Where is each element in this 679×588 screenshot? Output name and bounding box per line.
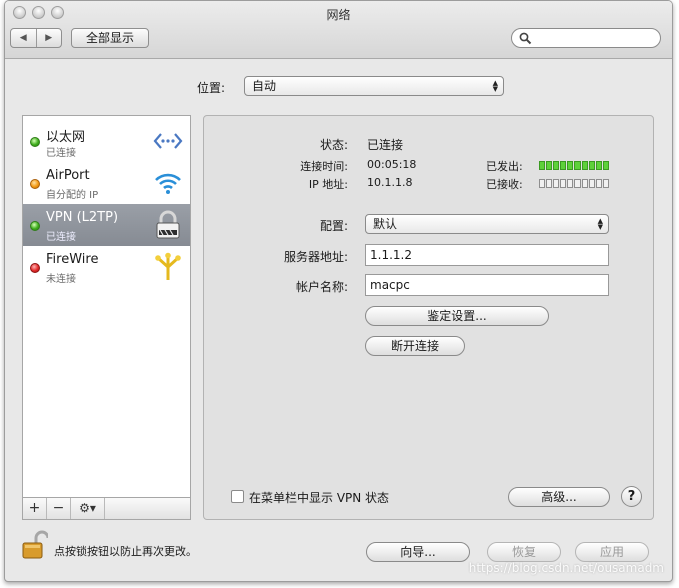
received-activity-meter — [539, 179, 609, 188]
remove-service-button[interactable]: − — [47, 498, 71, 519]
status-dot-green — [30, 137, 40, 147]
service-name: 以太网 — [46, 130, 86, 145]
network-preferences-window: 网络 ◀ ▶ 全部显示 位置: 自动 ▲ ▼ 以太网 已连接 AirPort 自… — [4, 0, 673, 582]
add-service-button[interactable]: + — [23, 498, 47, 519]
server-address-label: 服务器地址: — [283, 250, 348, 264]
status-value: 已连接 — [367, 138, 404, 152]
lock-icon[interactable] — [22, 530, 48, 560]
ethernet-icon — [153, 133, 183, 149]
titlebar: 网络 ◀ ▶ 全部显示 — [5, 1, 672, 59]
location-value: 自动 — [252, 79, 277, 93]
advanced-button[interactable]: 高级... — [508, 487, 610, 507]
connect-time-value: 00:05:18 — [367, 158, 417, 171]
popup-arrows-icon: ▲ ▼ — [492, 79, 498, 93]
configuration-value: 默认 — [373, 217, 398, 231]
ip-address-value: 10.1.1.8 — [367, 176, 413, 189]
apply-button[interactable]: 应用 — [575, 542, 649, 562]
account-name-label: 帐户名称: — [295, 280, 348, 294]
revert-button[interactable]: 恢复 — [487, 542, 561, 562]
account-name-field[interactable]: macpc — [365, 274, 609, 296]
status-dot-orange — [30, 179, 40, 189]
gear-menu-button[interactable]: ⚙▾ — [71, 498, 105, 519]
status-label: 状态: — [319, 138, 348, 152]
service-name: AirPort — [46, 168, 90, 183]
status-dot-red — [30, 263, 40, 273]
configuration-label: 配置: — [319, 219, 348, 233]
window-title: 网络 — [326, 8, 351, 22]
assist-me-button[interactable]: 向导... — [366, 542, 470, 562]
service-name: VPN (L2TP) — [46, 210, 119, 225]
wifi-icon — [155, 173, 181, 194]
service-list: 以太网 已连接 AirPort 自分配的 IP VPN (L2TP) 已连接 F… — [22, 115, 191, 520]
ip-address-label: IP 地址: — [308, 178, 348, 191]
firewire-icon — [155, 252, 181, 280]
search-icon — [519, 32, 532, 45]
service-status: 已连接 — [46, 148, 76, 159]
watermark-text: https://blog.csdn.net/ousamadm — [468, 561, 664, 575]
service-item-airport[interactable]: AirPort 自分配的 IP — [23, 162, 190, 204]
vpn-detail-panel: 状态: 已连接 连接时间: 00:05:18 IP 地址: 10.1.1.8 已… — [203, 115, 654, 520]
help-button[interactable]: ? — [621, 486, 642, 507]
location-popup[interactable]: 自动 ▲ ▼ — [244, 76, 504, 96]
forward-button[interactable]: ▶ — [35, 29, 62, 47]
status-dot-green — [30, 221, 40, 231]
service-item-vpn[interactable]: VPN (L2TP) 已连接 — [23, 204, 190, 246]
configuration-popup[interactable]: 默认 ▲ ▼ — [365, 214, 609, 234]
sent-activity-meter — [539, 161, 609, 170]
service-item-ethernet[interactable]: 以太网 已连接 — [23, 120, 190, 162]
service-item-firewire[interactable]: FireWire 未连接 — [23, 246, 190, 288]
lock-hint-text: 点按锁按钮以防止再次更改。 — [54, 545, 197, 558]
service-name: FireWire — [46, 252, 99, 267]
popup-arrows-icon: ▲ ▼ — [597, 217, 603, 231]
show-vpn-status-checkbox[interactable] — [231, 490, 244, 503]
sent-label: 已发出: — [486, 160, 523, 173]
authentication-settings-button[interactable]: 鉴定设置... — [365, 306, 549, 326]
service-status: 自分配的 IP — [46, 190, 99, 201]
show-vpn-status-label: 在菜单栏中显示 VPN 状态 — [249, 491, 390, 505]
location-label: 位置: — [197, 81, 226, 95]
server-address-field[interactable]: 1.1.1.2 — [365, 244, 609, 266]
nav-buttons: ◀ ▶ — [10, 28, 62, 48]
search-input[interactable] — [511, 28, 661, 48]
service-status: 未连接 — [46, 274, 76, 285]
show-all-button[interactable]: 全部显示 — [71, 28, 149, 48]
service-status: 已连接 — [46, 232, 76, 243]
vpn-lock-icon — [156, 210, 180, 239]
service-list-toolbar: + − ⚙▾ — [23, 497, 190, 519]
disconnect-button[interactable]: 断开连接 — [365, 336, 465, 356]
connect-time-label: 连接时间: — [300, 160, 348, 173]
back-button[interactable]: ◀ — [11, 29, 36, 47]
received-label: 已接收: — [486, 178, 523, 191]
